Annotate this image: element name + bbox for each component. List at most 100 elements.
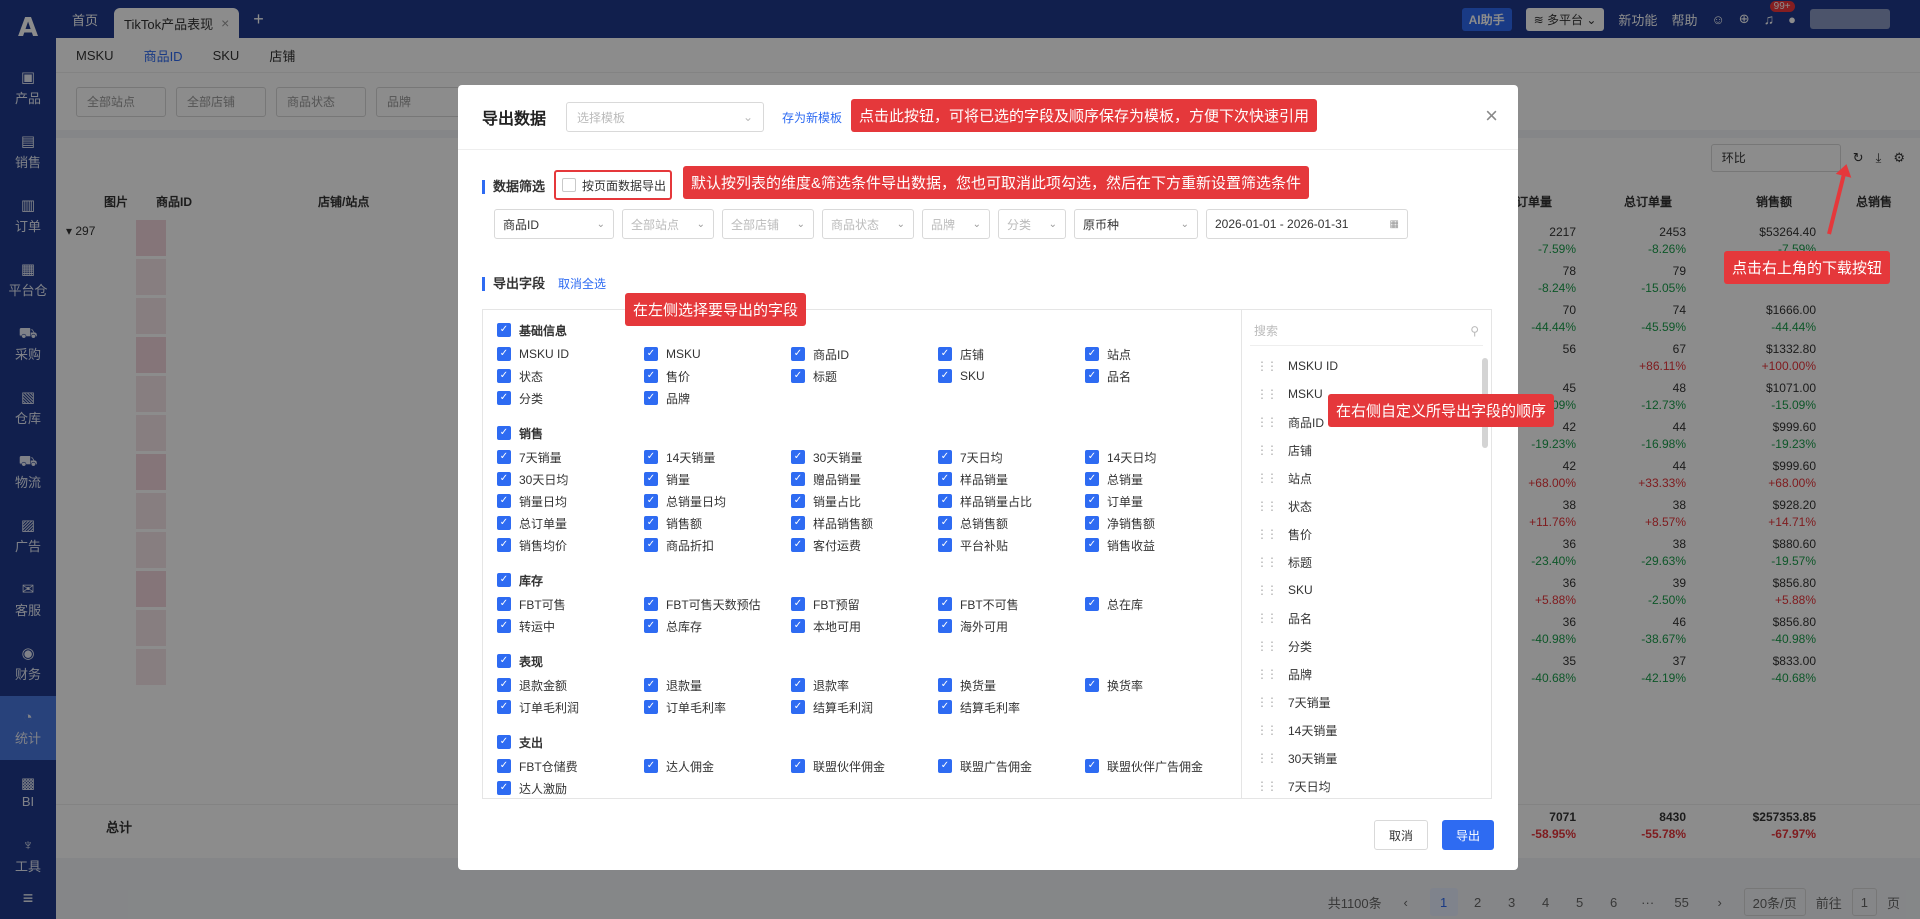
drag-handle-icon[interactable]: ⋮⋮ <box>1256 555 1278 569</box>
field-checkbox[interactable]: ✓ 7天日均 <box>938 446 1085 468</box>
order-item[interactable]: ⋮⋮ 7天销量 <box>1256 688 1491 716</box>
field-checkbox[interactable]: ✓ 退款率 <box>791 674 938 696</box>
field-checkbox[interactable]: ✓ 品名 <box>1085 365 1232 387</box>
field-checkbox[interactable]: ✓ MSKU ID <box>497 343 644 365</box>
site-select[interactable]: 全部站点 ⌄ <box>622 209 714 239</box>
field-checkbox[interactable]: ✓ 销量日均 <box>497 490 644 512</box>
field-checkbox[interactable]: ✓ FBT可售天数预估 <box>644 593 791 615</box>
drag-handle-icon[interactable]: ⋮⋮ <box>1256 527 1278 541</box>
field-checkbox[interactable]: ✓ 客付运费 <box>791 534 938 556</box>
drag-handle-icon[interactable]: ⋮⋮ <box>1256 359 1278 373</box>
cancel-button[interactable]: 取消 <box>1373 820 1428 850</box>
field-checkbox[interactable]: ✓ 状态 <box>497 365 644 387</box>
field-checkbox[interactable]: ✓ 14天日均 <box>1085 446 1232 468</box>
field-checkbox[interactable]: ✓ 总销量日均 <box>644 490 791 512</box>
field-checkbox[interactable]: ✓ 总订单量 <box>497 512 644 534</box>
field-search-input[interactable]: 搜索 ⚲ <box>1250 316 1483 346</box>
field-checkbox[interactable]: ✓ 海外可用 <box>938 615 1085 637</box>
field-checkbox[interactable]: ✓ FBT仓储费 <box>497 755 644 777</box>
field-checkbox[interactable]: ✓ 销售均价 <box>497 534 644 556</box>
order-item[interactable]: ⋮⋮ MSKU ID <box>1256 352 1491 380</box>
field-checkbox[interactable]: ✓ 达人佣金 <box>644 755 791 777</box>
field-group-3[interactable]: ✓ 表现 <box>497 651 1241 671</box>
close-icon[interactable]: × <box>1485 103 1498 129</box>
field-checkbox[interactable]: ✓ 退款金额 <box>497 674 644 696</box>
currency-select[interactable]: 原币种 ⌄ <box>1074 209 1198 239</box>
field-group-4[interactable]: ✓ 支出 <box>497 732 1241 752</box>
order-item[interactable]: ⋮⋮ 30天销量 <box>1256 744 1491 772</box>
field-checkbox[interactable]: ✓ 退款量 <box>644 674 791 696</box>
field-checkbox[interactable]: ✓ 本地可用 <box>791 615 938 637</box>
field-checkbox[interactable]: ✓ 商品折扣 <box>644 534 791 556</box>
field-checkbox[interactable]: ✓ FBT可售 <box>497 593 644 615</box>
order-item[interactable]: ⋮⋮ 站点 <box>1256 464 1491 492</box>
order-item[interactable]: ⋮⋮ 状态 <box>1256 492 1491 520</box>
field-checkbox[interactable]: ✓ 联盟广告佣金 <box>938 755 1085 777</box>
order-item[interactable]: ⋮⋮ 品牌 <box>1256 660 1491 688</box>
order-item[interactable]: ⋮⋮ 品名 <box>1256 604 1491 632</box>
field-checkbox[interactable]: ✓ 转运中 <box>497 615 644 637</box>
field-checkbox[interactable]: ✓ 销量占比 <box>791 490 938 512</box>
drag-handle-icon[interactable]: ⋮⋮ <box>1256 639 1278 653</box>
drag-handle-icon[interactable]: ⋮⋮ <box>1256 695 1278 709</box>
drag-handle-icon[interactable]: ⋮⋮ <box>1256 387 1278 401</box>
field-group-0[interactable]: ✓ 基础信息 <box>497 320 1241 340</box>
field-checkbox[interactable]: ✓ 平台补贴 <box>938 534 1085 556</box>
page-export-checkbox[interactable]: 按页面数据导出 <box>554 170 672 200</box>
field-checkbox[interactable]: ✓ 结算毛利率 <box>938 696 1085 718</box>
field-checkbox[interactable]: ✓ 订单量 <box>1085 490 1232 512</box>
field-checkbox[interactable]: ✓ 联盟伙伴佣金 <box>791 755 938 777</box>
drag-handle-icon[interactable]: ⋮⋮ <box>1256 779 1278 793</box>
dimension-select[interactable]: 商品ID ⌄ <box>494 209 614 239</box>
field-checkbox[interactable]: ✓ 30天日均 <box>497 468 644 490</box>
drag-handle-icon[interactable]: ⋮⋮ <box>1256 667 1278 681</box>
export-button[interactable]: 导出 <box>1441 820 1494 850</box>
field-checkbox[interactable]: ✓ 换货量 <box>938 674 1085 696</box>
drag-handle-icon[interactable]: ⋮⋮ <box>1256 499 1278 513</box>
field-checkbox[interactable]: ✓ 30天销量 <box>791 446 938 468</box>
field-checkbox[interactable]: ✓ 7天销量 <box>497 446 644 468</box>
field-checkbox[interactable]: ✓ 样品销售额 <box>791 512 938 534</box>
store-select[interactable]: 全部店铺 ⌄ <box>722 209 814 239</box>
field-checkbox[interactable]: ✓ 品牌 <box>644 387 791 409</box>
field-checkbox[interactable]: ✓ 14天销量 <box>644 446 791 468</box>
field-checkbox[interactable]: ✓ 售价 <box>644 365 791 387</box>
brand-select[interactable]: 品牌 ⌄ <box>922 209 990 239</box>
order-item[interactable]: ⋮⋮ SKU <box>1256 576 1491 604</box>
field-checkbox[interactable]: ✓ 联盟伙伴广告佣金 <box>1085 755 1232 777</box>
drag-handle-icon[interactable]: ⋮⋮ <box>1256 471 1278 485</box>
field-checkbox[interactable]: ✓ 样品销量占比 <box>938 490 1085 512</box>
date-range-picker[interactable]: 2026-01-01 - 2026-01-31 ▦ <box>1206 209 1408 239</box>
drag-handle-icon[interactable]: ⋮⋮ <box>1256 751 1278 765</box>
field-checkbox[interactable]: ✓ FBT预留 <box>791 593 938 615</box>
category-select[interactable]: 分类 ⌄ <box>998 209 1066 239</box>
status-select[interactable]: 商品状态 ⌄ <box>822 209 914 239</box>
template-select[interactable]: 选择模板 ⌄ <box>566 102 765 132</box>
field-checkbox[interactable]: ✓ 销售收益 <box>1085 534 1232 556</box>
field-checkbox[interactable]: ✓ 分类 <box>497 387 644 409</box>
field-checkbox[interactable]: ✓ MSKU <box>644 343 791 365</box>
field-checkbox[interactable]: ✓ 达人激励 <box>497 777 644 798</box>
field-checkbox[interactable]: ✓ 换货率 <box>1085 674 1232 696</box>
field-checkbox[interactable]: ✓ 净销售额 <box>1085 512 1232 534</box>
order-item[interactable]: ⋮⋮ 店铺 <box>1256 436 1491 464</box>
order-item[interactable]: ⋮⋮ 14天销量 <box>1256 716 1491 744</box>
drag-handle-icon[interactable]: ⋮⋮ <box>1256 611 1278 625</box>
deselect-all-link[interactable]: 取消全选 <box>558 275 606 292</box>
field-checkbox[interactable]: ✓ 销量 <box>644 468 791 490</box>
field-checkbox[interactable]: ✓ SKU <box>938 365 1085 387</box>
field-checkbox[interactable]: ✓ 标题 <box>791 365 938 387</box>
field-checkbox[interactable]: ✓ 结算毛利润 <box>791 696 938 718</box>
field-checkbox[interactable]: ✓ 总销量 <box>1085 468 1232 490</box>
save-template-link[interactable]: 存为新模板 <box>782 109 842 126</box>
field-checkbox[interactable]: ✓ 总销售额 <box>938 512 1085 534</box>
field-checkbox[interactable]: ✓ 赠品销量 <box>791 468 938 490</box>
field-checkbox[interactable]: ✓ 总库存 <box>644 615 791 637</box>
field-checkbox[interactable]: ✓ 站点 <box>1085 343 1232 365</box>
order-item[interactable]: ⋮⋮ 7天日均 <box>1256 772 1491 798</box>
field-checkbox[interactable]: ✓ 总在库 <box>1085 593 1232 615</box>
field-checkbox[interactable]: ✓ 订单毛利率 <box>644 696 791 718</box>
drag-handle-icon[interactable]: ⋮⋮ <box>1256 443 1278 457</box>
order-item[interactable]: ⋮⋮ 分类 <box>1256 632 1491 660</box>
field-checkbox[interactable]: ✓ 商品ID <box>791 343 938 365</box>
